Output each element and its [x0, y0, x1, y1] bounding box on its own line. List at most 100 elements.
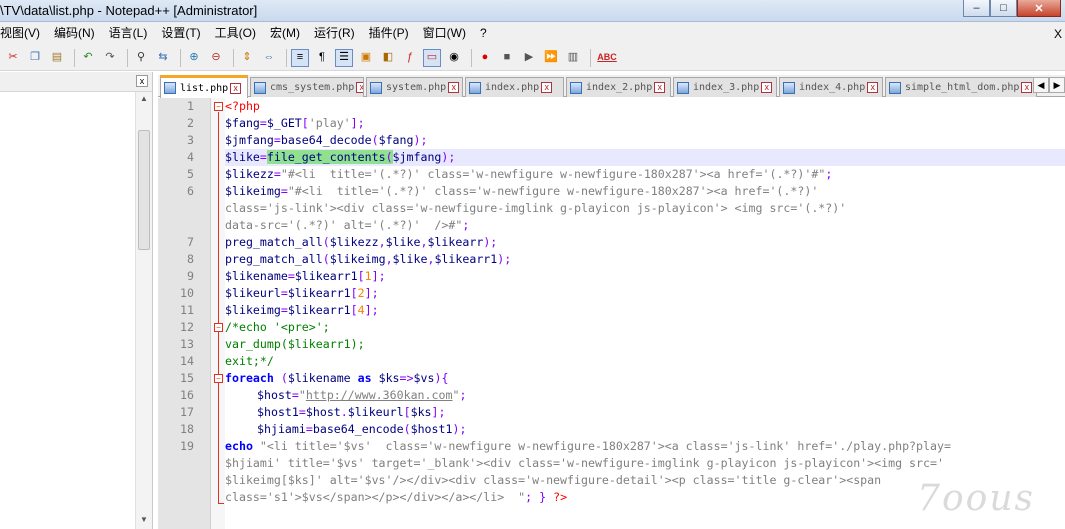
tab-close-icon[interactable]: x — [654, 82, 666, 93]
stop-icon[interactable]: ■ — [498, 49, 516, 67]
spellcheck-icon[interactable]: ABC — [595, 49, 619, 67]
function-list-icon[interactable]: ƒ — [401, 49, 419, 67]
menu-language[interactable]: 语言(L) — [102, 22, 155, 45]
vertical-scrollbar[interactable]: ▲ ▼ — [135, 92, 152, 529]
save-macro-icon[interactable]: ▥ — [564, 49, 582, 67]
toolbar-separator — [233, 48, 234, 67]
record-icon[interactable]: ● — [476, 49, 494, 67]
fold-toggle-icon[interactable]: − — [214, 102, 223, 111]
sync-v-icon[interactable]: ⇕ — [238, 49, 256, 67]
undo-icon[interactable]: ↶ — [79, 49, 97, 67]
side-panel-close-button[interactable]: x — [136, 75, 148, 87]
menu-tools[interactable]: 工具(O) — [208, 22, 263, 45]
fold-toggle-icon[interactable]: − — [214, 374, 223, 383]
tab-label: index.php — [485, 82, 540, 93]
tab-close-icon[interactable]: x — [356, 82, 363, 93]
token: ); — [452, 422, 467, 436]
replace-icon[interactable]: ⇆ — [154, 49, 172, 67]
menu-settings[interactable]: 设置(T) — [154, 22, 207, 45]
zoom-out-icon[interactable]: ⊖ — [207, 49, 225, 67]
token: = — [298, 405, 306, 419]
menu-plugins[interactable]: 插件(P) — [362, 22, 416, 45]
tab-close-icon[interactable]: x — [1021, 82, 1033, 93]
tab-label: system.php — [386, 82, 447, 93]
token: 2 — [357, 286, 365, 300]
tab-simple-html-dom-php[interactable]: simple_html_dom.php x — [885, 77, 1037, 97]
minimize-button[interactable]: ‒ — [963, 0, 990, 17]
token: = — [273, 167, 281, 181]
close-document-button[interactable]: X — [1054, 27, 1062, 41]
tab-index-php[interactable]: index.php x — [465, 77, 564, 97]
url-link[interactable]: http://www.360kan.com — [306, 388, 453, 402]
code-line-17: $host1=$host.$likeurl[$ks]; — [257, 404, 446, 421]
toolbar-separator — [471, 48, 472, 67]
menu-window[interactable]: 窗口(W) — [416, 22, 473, 45]
all-chars-icon[interactable]: ¶ — [313, 49, 331, 67]
tab-system-php[interactable]: system.php x — [366, 77, 463, 97]
token: = — [280, 184, 288, 198]
token: $likearr1 — [287, 303, 351, 317]
tab-close-icon[interactable]: x — [761, 82, 773, 93]
redo-icon[interactable]: ↷ — [101, 49, 119, 67]
indent-guide-icon[interactable]: ☰ — [335, 48, 353, 67]
tab-close-icon[interactable]: x — [541, 82, 553, 93]
tab-cms-system-php[interactable]: cms_system.php x — [250, 77, 364, 97]
tab-label: index_4.php — [799, 82, 866, 93]
file-saved-icon — [570, 81, 582, 94]
code-line-9: $likename=$likearr1[1]; — [225, 268, 386, 285]
token: $likezz — [329, 235, 379, 249]
code-line-2: $fang=$_GET['play']; — [225, 115, 365, 132]
php-open-tag: <?php — [225, 99, 260, 113]
tab-scroll-right-icon[interactable]: ▶ — [1049, 77, 1065, 93]
tab-index-3-php[interactable]: index_3.php x — [673, 77, 777, 97]
token: ( — [403, 422, 411, 436]
tab-index-4-php[interactable]: index_4.php x — [779, 77, 883, 97]
udl-icon[interactable]: ▣ — [357, 49, 375, 67]
tab-close-icon[interactable]: x — [230, 82, 242, 94]
paste-icon[interactable]: ▤ — [48, 49, 66, 67]
fold-toggle-icon[interactable]: − — [214, 323, 223, 332]
tab-list-php[interactable]: list.php x — [160, 75, 248, 98]
token: $likeurl — [347, 405, 404, 419]
find-icon[interactable]: ⚲ — [132, 49, 150, 67]
token: "#<li title='(.*?)' class='w-newfigure w… — [287, 184, 819, 198]
token: $likeimg[$ks]' alt='$vs'/></div><div cla… — [225, 473, 882, 487]
code-editor[interactable]: 1 2 3 4 5 6 7 8 9 10 11 12 13 14 15 16 1… — [158, 98, 1065, 529]
maximize-button[interactable]: □ — [990, 0, 1017, 17]
monitor-icon[interactable]: ◉ — [445, 49, 463, 67]
file-saved-icon — [370, 81, 382, 94]
menu-view[interactable]: 视图(V) — [0, 22, 47, 45]
play-multi-icon[interactable]: ⏩ — [542, 49, 560, 67]
play-icon[interactable]: ▶ — [520, 49, 538, 67]
line-number: 1 — [187, 99, 194, 113]
folder-workspace-icon[interactable]: ▭ — [423, 48, 441, 67]
copy-icon[interactable]: ❐ — [26, 49, 44, 67]
menu-run[interactable]: 运行(R) — [307, 22, 362, 45]
sync-h-icon[interactable]: ⇔ — [260, 49, 278, 67]
tab-close-icon[interactable]: x — [867, 82, 879, 93]
code-area[interactable]: <?php $fang=$_GET['play']; $jmfang=base6… — [225, 98, 1065, 529]
line-number: 4 — [187, 150, 194, 164]
scroll-down-icon[interactable]: ▼ — [138, 515, 150, 527]
menu-macro[interactable]: 宏(M) — [263, 22, 307, 45]
code-line-5: $likezz="#<li title='(.*?)' class='w-new… — [225, 166, 832, 183]
scrollbar-thumb[interactable] — [138, 130, 150, 250]
close-button[interactable]: ✕ — [1017, 0, 1061, 17]
cut-icon[interactable]: ✂ — [4, 49, 22, 67]
line-number: 9 — [187, 269, 194, 283]
toolbar-separator — [180, 48, 181, 67]
token: $host — [257, 388, 292, 402]
menu-encoding[interactable]: 编码(N) — [47, 22, 102, 45]
menu-help[interactable]: ? — [473, 22, 494, 45]
zoom-in-icon[interactable]: ⊕ — [185, 49, 203, 67]
scroll-up-icon[interactable]: ▲ — [138, 94, 150, 106]
token: ( — [371, 133, 379, 147]
token: ; } — [525, 490, 547, 504]
doc-map-icon[interactable]: ◧ — [379, 49, 397, 67]
wrap-icon[interactable]: ≡ — [291, 48, 309, 67]
tab-scroll-left-icon[interactable]: ◀ — [1033, 77, 1049, 93]
token: ]; — [371, 269, 386, 283]
tab-close-icon[interactable]: x — [448, 82, 460, 93]
token: $like — [392, 252, 428, 266]
tab-index-2-php[interactable]: index_2.php x — [566, 77, 671, 97]
